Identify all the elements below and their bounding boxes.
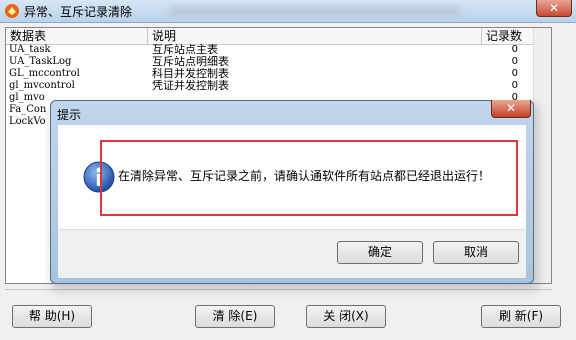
dialog-close-button[interactable]: ✕ (491, 100, 531, 118)
cell-description: 互斥站点主表 (152, 44, 218, 56)
dialog-body: 在清除异常、互斥记录之前，请确认通软件所有站点都已经退出运行！ (58, 125, 526, 229)
table-row[interactable]: UA_task 互斥站点主表 0 (6, 44, 551, 56)
dialog-footer: 确定 取消 (58, 229, 526, 278)
close-window-button[interactable]: 关 闭(X) (306, 305, 386, 328)
refresh-button[interactable]: 刷 新(F) (481, 305, 561, 328)
column-header-count[interactable]: 记录数 (482, 28, 534, 44)
dialog-message: 在清除异常、互斥记录之前，请确认通软件所有站点都已经退出运行！ (118, 169, 491, 183)
cell-count: 0 (511, 44, 518, 55)
window-title: 异常、互斥记录清除 (24, 5, 133, 19)
window-titlebar: 异常、互斥记录清除 ✕ (0, 0, 576, 23)
table-header: 数据表 说明 记录数 (6, 28, 551, 45)
cell-count: 0 (511, 56, 518, 67)
dialog-title: 提示 (57, 108, 82, 122)
table-row[interactable]: UA_TaskLog 互斥站点明细表 0 (6, 56, 551, 68)
cell-count: 0 (511, 68, 518, 79)
title-blurred-area (170, 6, 460, 16)
clear-button[interactable]: 清 除(E) (195, 305, 275, 328)
ok-button[interactable]: 确定 (337, 241, 423, 264)
window-close-button[interactable]: ✕ (536, 0, 572, 17)
table-row[interactable]: gl_mvcontrol 凭证并发控制表 0 (6, 80, 551, 92)
cell-description: 互斥站点明细表 (152, 56, 229, 68)
cancel-button[interactable]: 取消 (433, 241, 519, 264)
cell-table-name: gl_mvcontrol (9, 80, 75, 91)
cell-description: 凭证并发控制表 (152, 80, 229, 92)
cell-table-name: GL_mccontrol (9, 68, 80, 79)
cell-table-name: UA_task (9, 44, 51, 55)
help-button[interactable]: 帮 助(H) (12, 305, 92, 328)
table-row[interactable]: GL_mccontrol 科目并发控制表 0 (6, 68, 551, 80)
cell-count: 0 (511, 80, 518, 91)
cell-description: 科目并发控制表 (152, 68, 229, 80)
column-header-description[interactable]: 说明 (148, 28, 482, 44)
cell-table-name: UA_TaskLog (9, 56, 72, 67)
column-header-table[interactable]: 数据表 (6, 28, 148, 44)
prompt-dialog: 提示 ✕ 在清除异常、互斥记录之前，请确认通软件所有站点都已经退出运行！ 确定 … (50, 100, 534, 284)
app-logo-icon (5, 4, 19, 18)
